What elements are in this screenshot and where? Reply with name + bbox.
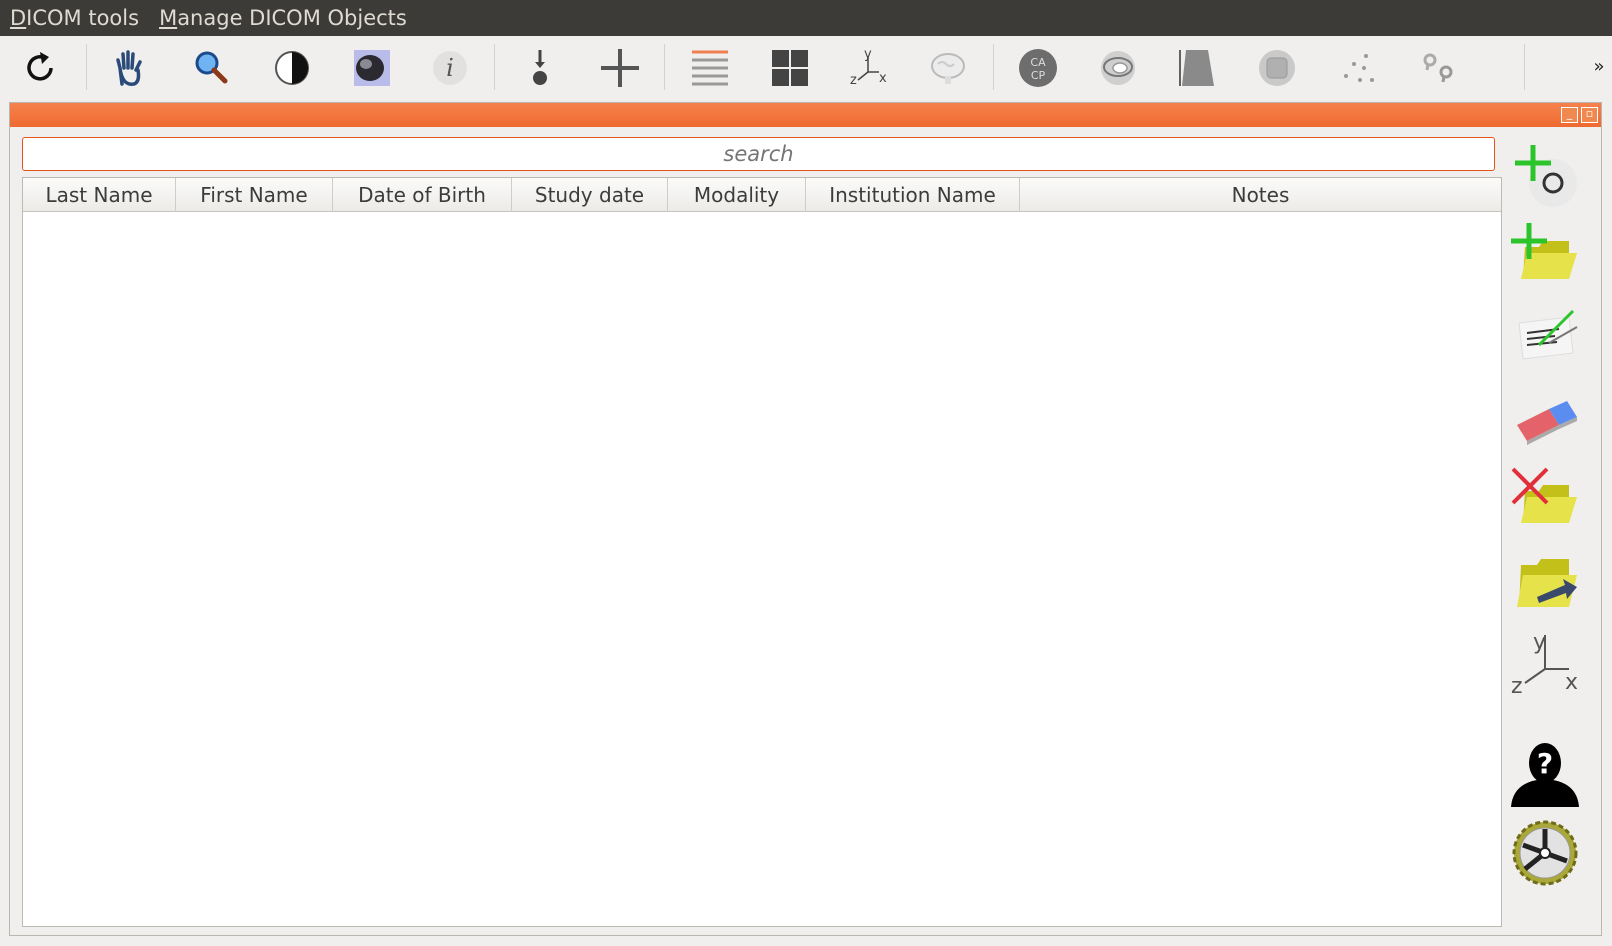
menu-label: ICOM tools (26, 6, 140, 30)
toolbar: i yz x CA CP » (0, 36, 1612, 100)
dicom-objects-panel: _ ▫ Last Name First Name Date of Birth S… (9, 102, 1602, 936)
column-header-notes[interactable]: Notes (1020, 178, 1501, 212)
axes-side-button[interactable]: yz x (1508, 626, 1582, 700)
toolbar-separator (993, 44, 994, 90)
ca-cp-button[interactable]: CA CP (1012, 42, 1064, 94)
eraser-icon (1517, 401, 1577, 445)
axis-x-label: x (879, 71, 887, 86)
edit-notes-icon (1518, 309, 1578, 360)
panel-title-bar: _ ▫ (10, 103, 1601, 127)
zoom-icon (195, 51, 228, 84)
axis-y-label: y (1533, 630, 1546, 655)
question-mark: ? (1537, 747, 1553, 780)
toolbar-overflow-button[interactable]: » (1590, 52, 1608, 82)
toolbar-separator (494, 44, 495, 90)
table-header: Last Name First Name Date of Birth Study… (23, 178, 1501, 212)
add-folder-button[interactable] (1508, 216, 1582, 290)
head-3d-button[interactable] (1092, 42, 1144, 94)
skull-render-icon (354, 50, 390, 86)
table-body[interactable] (23, 212, 1501, 926)
menu-label: anage DICOM Objects (177, 6, 407, 30)
slices-button[interactable] (684, 42, 736, 94)
menu-mnemonic: D (10, 6, 27, 30)
dicom-objects-table: Last Name First Name Date of Birth Study… (22, 177, 1502, 927)
head-3d-icon (1101, 51, 1135, 85)
anonymous-patient-button[interactable]: ? (1508, 736, 1582, 810)
toolbar-separator (86, 44, 87, 90)
add-object-icon (1515, 145, 1577, 207)
settings-gear-icon (1512, 820, 1578, 886)
unknown-person-icon: ? (1511, 743, 1579, 807)
contrast-button[interactable] (266, 42, 318, 94)
axis-x-label: x (1565, 670, 1578, 695)
info-button[interactable]: i (424, 42, 476, 94)
axis-z-label: z (1511, 674, 1523, 699)
brain-button[interactable] (922, 42, 974, 94)
add-folder-icon (1511, 223, 1577, 279)
axis-z-label: z (850, 73, 857, 88)
roi-button[interactable] (1251, 42, 1303, 94)
clear-button[interactable] (1508, 380, 1582, 454)
dots-icon (1344, 54, 1374, 82)
points-button[interactable] (1332, 42, 1384, 94)
info-icon: i (433, 51, 467, 85)
render-3d-button[interactable] (346, 42, 398, 94)
column-header-date-of-birth[interactable]: Date of Birth (333, 178, 512, 212)
toolbar-separator (1524, 44, 1525, 90)
axes-button[interactable]: yz x (842, 42, 894, 94)
add-object-button[interactable] (1508, 140, 1582, 214)
grid-layout-button[interactable] (764, 42, 816, 94)
markers-button[interactable] (1412, 42, 1464, 94)
search-input[interactable] (22, 137, 1495, 171)
markers-icon (1423, 53, 1453, 83)
trapezoid-icon (1179, 50, 1214, 86)
rotate-button[interactable] (14, 42, 66, 94)
axes-xyz-icon: yz x (850, 47, 887, 88)
column-header-study-date[interactable]: Study date (512, 178, 668, 212)
menu-dicom-tools[interactable]: DICOM tools (0, 0, 149, 36)
brain-icon (931, 53, 965, 84)
delete-folder-icon (1511, 467, 1577, 523)
column-header-first-name[interactable]: First Name (176, 178, 333, 212)
trapezoid-button[interactable] (1170, 42, 1222, 94)
column-header-institution-name[interactable]: Institution Name (806, 178, 1020, 212)
axes-icon: yz x (1511, 630, 1578, 699)
menu-manage-dicom-objects[interactable]: Manage DICOM Objects (149, 0, 417, 36)
plumb-button[interactable] (514, 42, 566, 94)
toolbar-separator (664, 44, 665, 90)
ca-cp-icon: CACP (1019, 49, 1057, 87)
crosshair-icon (601, 49, 639, 87)
cp-label: CP (1031, 69, 1046, 82)
slices-stack-icon (692, 50, 728, 86)
delete-folder-button[interactable] (1508, 460, 1582, 534)
pan-button[interactable] (104, 42, 156, 94)
plumb-icon (533, 50, 547, 85)
export-folder-icon (1517, 559, 1577, 607)
zoom-button[interactable] (185, 42, 237, 94)
rotate-icon (27, 52, 53, 81)
panel-minimize-button[interactable]: _ (1561, 107, 1578, 123)
grid-layout-icon (772, 50, 808, 86)
contrast-icon (275, 51, 309, 85)
panel-float-button[interactable]: ▫ (1581, 107, 1598, 123)
column-header-last-name[interactable]: Last Name (23, 178, 176, 212)
settings-button[interactable] (1508, 816, 1582, 890)
edit-notes-button[interactable] (1508, 298, 1582, 372)
axis-y-label: y (864, 47, 872, 62)
rounded-square-icon (1259, 50, 1295, 86)
export-folder-button[interactable] (1508, 544, 1582, 618)
pan-hand-icon (116, 50, 142, 86)
menu-mnemonic: M (159, 6, 178, 30)
column-header-modality[interactable]: Modality (668, 178, 806, 212)
info-glyph: i (446, 54, 454, 82)
ca-label: CA (1030, 56, 1046, 69)
menu-bar: DICOM tools Manage DICOM Objects (0, 0, 1612, 36)
crosshair-button[interactable] (594, 42, 646, 94)
